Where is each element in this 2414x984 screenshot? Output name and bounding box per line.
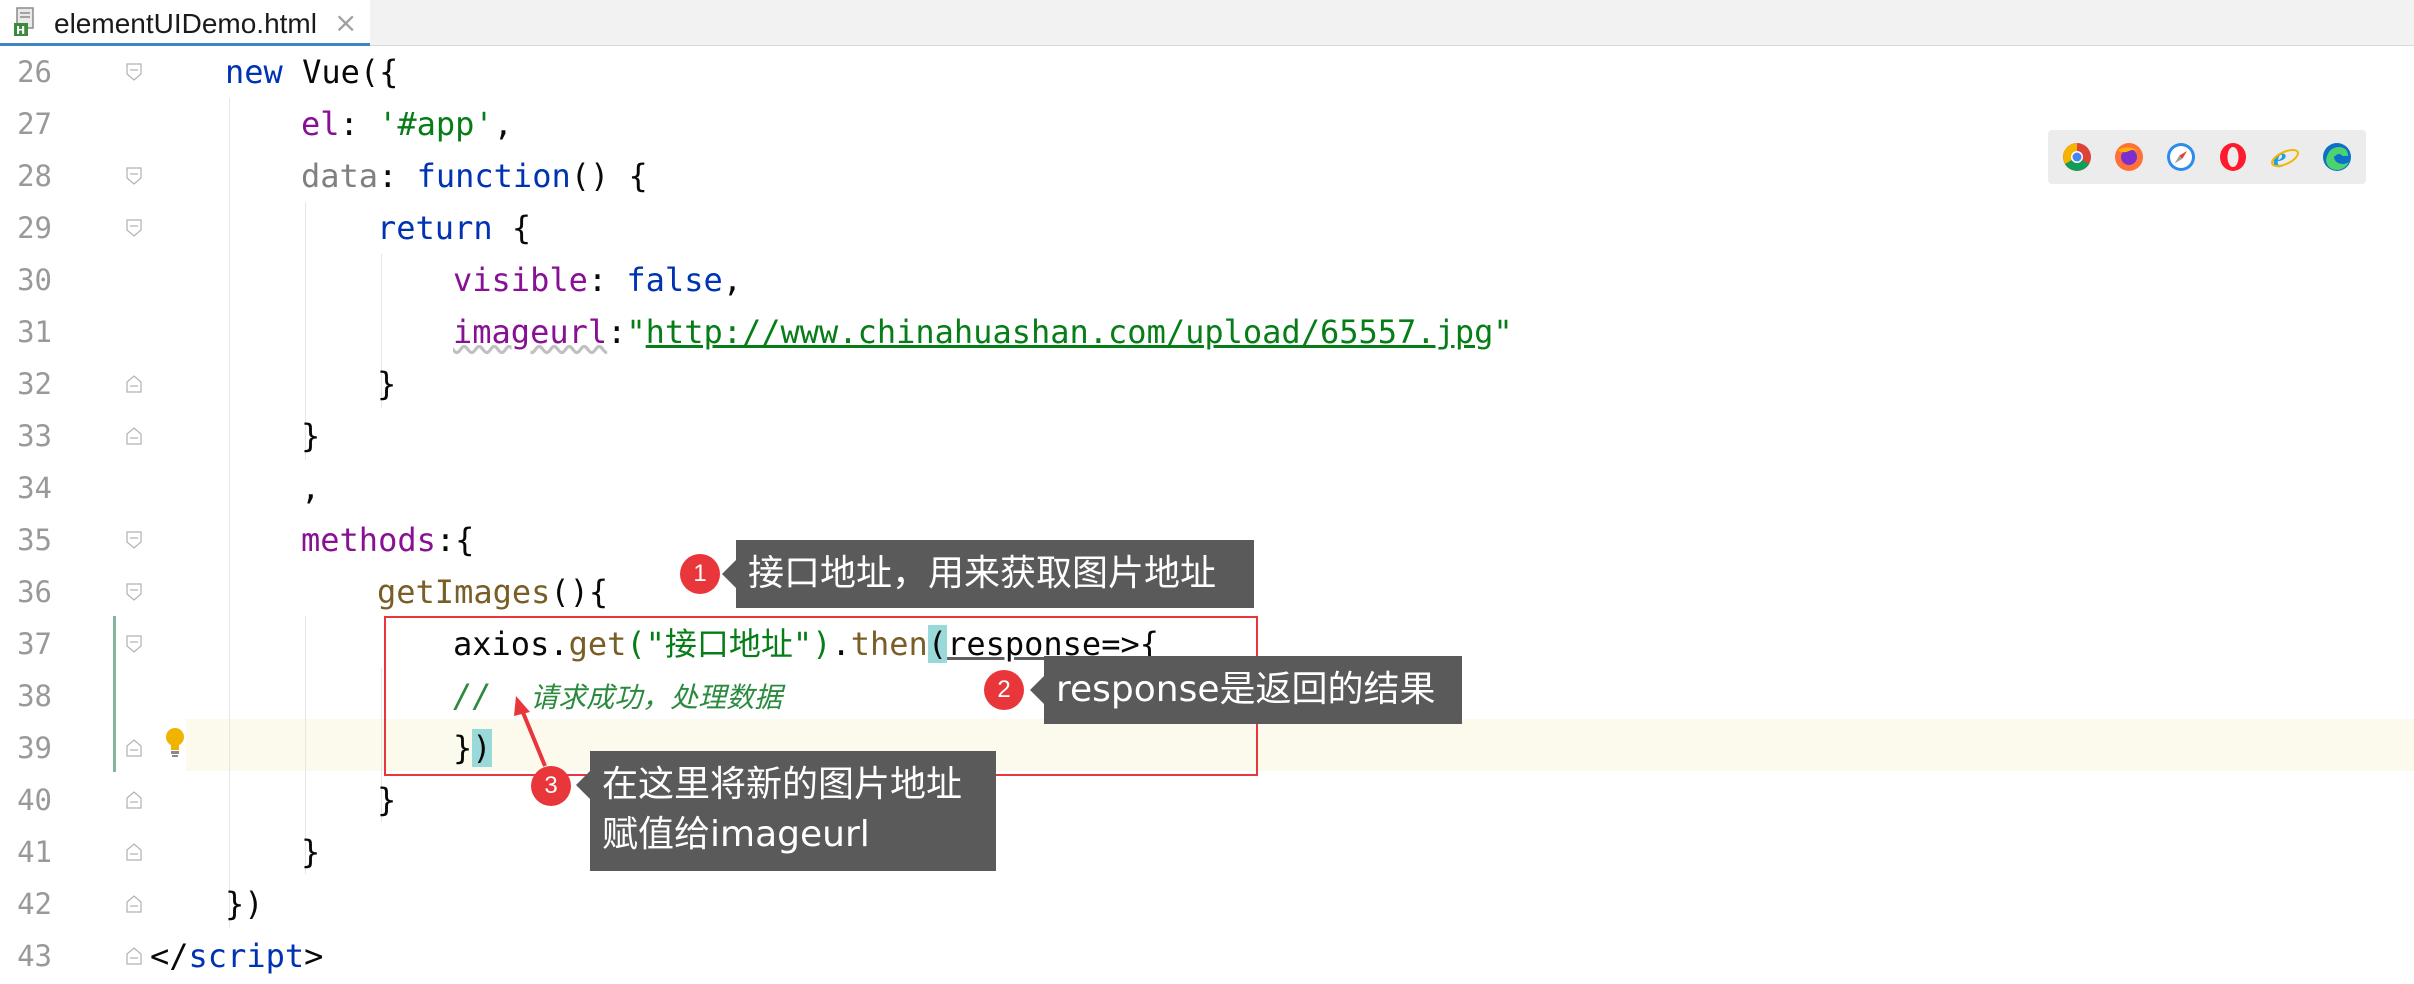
code-text: return {	[377, 209, 532, 247]
fold-close-icon[interactable]	[126, 895, 142, 913]
code-line: 31 imageurl:"http://www.chinahuashan.com…	[0, 306, 2414, 358]
edge-icon[interactable]	[2322, 142, 2352, 172]
fold-open-icon[interactable]	[126, 531, 142, 549]
code-text: getImages(){	[377, 573, 609, 611]
code-text: new Vue({	[225, 53, 399, 91]
step-badge-2: 2	[984, 670, 1024, 710]
code-text: el: '#app',	[301, 105, 513, 143]
code-text: }	[377, 365, 397, 403]
line-number: 38	[17, 679, 52, 713]
callout-3: 在这里将新的图片地址 赋值给imageurl	[576, 751, 996, 871]
matched-bracket: )	[472, 729, 492, 767]
code-comment: // 请求成功，处理数据	[453, 677, 783, 715]
line-number: 27	[17, 107, 52, 141]
fold-close-icon[interactable]	[126, 791, 142, 809]
line-number: 37	[17, 627, 52, 661]
html-file-icon: H	[14, 7, 34, 37]
line-number: 39	[17, 731, 52, 765]
lightbulb-icon[interactable]	[163, 726, 187, 760]
firefox-icon[interactable]	[2114, 142, 2144, 172]
tab-elementuidemo[interactable]: H elementUIDemo.html ×	[0, 0, 370, 46]
step-badge-3: 3	[531, 766, 571, 806]
line-number: 32	[17, 367, 52, 401]
line-number: 40	[17, 783, 52, 817]
callout-2: response是返回的结果	[1030, 656, 1462, 724]
code-text: imageurl:"http://www.chinahuashan.com/up…	[453, 313, 1513, 351]
line-number: 31	[17, 315, 52, 349]
line-number: 33	[17, 419, 52, 453]
fold-close-icon[interactable]	[126, 843, 142, 861]
fold-close-icon[interactable]	[126, 739, 142, 757]
callout-1-text: 接口地址，用来获取图片地址	[748, 553, 1217, 594]
code-line: 33 }	[0, 410, 2414, 462]
fold-open-icon[interactable]	[126, 635, 142, 653]
line-number: 26	[17, 55, 52, 89]
code-text: }	[301, 833, 321, 871]
fold-open-icon[interactable]	[126, 167, 142, 185]
code-line: 43 </script>	[0, 930, 2414, 982]
close-icon[interactable]: ×	[334, 6, 357, 39]
fold-close-icon[interactable]	[126, 947, 142, 965]
code-line: 39 })	[0, 722, 2414, 774]
ie-icon[interactable]: e	[2270, 142, 2300, 172]
code-text: ,	[301, 469, 321, 507]
code-line: 42 })	[0, 878, 2414, 930]
code-text: data: function() {	[301, 157, 648, 195]
editor-tab-bar: H elementUIDemo.html ×	[0, 0, 2414, 46]
code-text: })	[225, 885, 264, 923]
line-number: 42	[17, 887, 52, 921]
code-text: }	[377, 781, 397, 819]
callout-2-text: response是返回的结果	[1056, 669, 1436, 710]
code-line: 40 }	[0, 774, 2414, 826]
fold-open-icon[interactable]	[126, 219, 142, 237]
code-editor[interactable]: 26 new Vue({ 27 el: '#app', 28 data: fun…	[0, 46, 2414, 984]
opera-icon[interactable]	[2218, 142, 2248, 172]
line-number: 29	[17, 211, 52, 245]
browser-preview-bar: e	[2048, 130, 2366, 184]
step-badge-1: 1	[680, 554, 720, 594]
fold-close-icon[interactable]	[126, 427, 142, 445]
svg-text:H: H	[16, 24, 25, 37]
callout-3-line1: 在这里将新的图片地址	[602, 764, 963, 805]
line-number: 41	[17, 835, 52, 869]
line-number: 28	[17, 159, 52, 193]
callout-3-line2: 赋值给imageurl	[602, 814, 870, 855]
line-number: 34	[17, 471, 52, 505]
code-line: 34 ,	[0, 462, 2414, 514]
code-line: 26 new Vue({	[0, 46, 2414, 98]
url-link[interactable]: http://www.chinahuashan.com/upload/65557…	[646, 313, 1494, 351]
code-text: }	[301, 417, 321, 455]
code-text: visible: false,	[453, 261, 742, 299]
chrome-icon[interactable]	[2062, 142, 2092, 172]
code-text: })	[453, 729, 492, 767]
line-number: 35	[17, 523, 52, 557]
code-text: </script>	[150, 937, 324, 975]
fold-close-icon[interactable]	[126, 375, 142, 393]
callout-1: 接口地址，用来获取图片地址	[722, 540, 1254, 608]
fold-open-icon[interactable]	[126, 63, 142, 81]
line-number: 36	[17, 575, 52, 609]
line-number: 30	[17, 263, 52, 297]
line-number: 43	[17, 939, 52, 973]
code-line: 32 }	[0, 358, 2414, 410]
matched-bracket: (	[927, 625, 948, 663]
code-line: 29 return {	[0, 202, 2414, 254]
safari-icon[interactable]	[2166, 142, 2196, 172]
code-line: 41 }	[0, 826, 2414, 878]
code-line: 30 visible: false,	[0, 254, 2414, 306]
tab-title: elementUIDemo.html	[54, 8, 317, 39]
fold-open-icon[interactable]	[126, 583, 142, 601]
code-text: methods:{	[301, 521, 475, 559]
